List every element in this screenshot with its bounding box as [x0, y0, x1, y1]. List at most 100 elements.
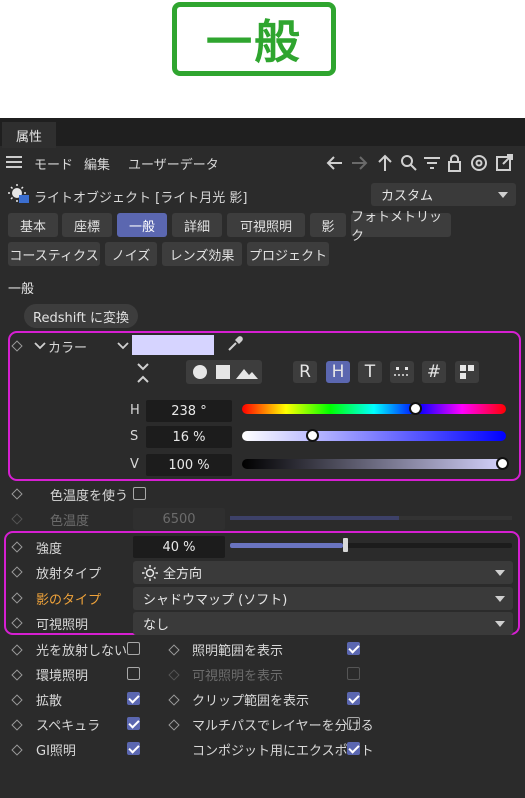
h-slider[interactable]	[242, 404, 506, 414]
tab-basic[interactable]: 基本	[8, 213, 58, 237]
s-field[interactable]: 16 %	[146, 426, 232, 448]
separate-pass-checkbox[interactable]	[347, 717, 360, 730]
keyframe-show-illum-icon[interactable]	[168, 644, 180, 656]
page-heading: 一般	[172, 2, 336, 76]
tab-visible-light[interactable]: 可視照明	[227, 213, 305, 237]
visible-light-dropdown[interactable]: なし	[133, 612, 513, 635]
tab-lens-effects[interactable]: レンズ効果	[162, 242, 242, 266]
convert-redshift-button[interactable]: Redshift に変換	[24, 304, 138, 328]
intensity-slider[interactable]	[230, 543, 512, 548]
hex-mode-button[interactable]: #	[422, 361, 446, 383]
tab-attributes[interactable]: 属性	[2, 122, 56, 148]
keyframe-specular-icon[interactable]	[11, 719, 23, 731]
temperature-slider	[230, 516, 512, 520]
ambient-checkbox[interactable]	[127, 667, 140, 680]
mixer-icon	[394, 367, 410, 376]
menu-user-data[interactable]: ユーザーデータ	[128, 154, 219, 173]
chevron-down-icon	[495, 570, 505, 576]
swatches-mode-button[interactable]	[455, 361, 479, 383]
gi-checkbox[interactable]	[127, 742, 140, 755]
chevron-down-icon	[495, 596, 505, 602]
emission-value: 全方向	[163, 567, 203, 582]
collapse-icon[interactable]	[136, 362, 150, 384]
keyframe-diffuse-icon[interactable]	[11, 694, 23, 706]
lock-icon[interactable]	[448, 154, 461, 172]
tab-buttons: 基本 座標 一般 詳細 可視照明 影 フォトメトリック コースティクス ノイズ …	[0, 210, 525, 269]
shadow-type-dropdown[interactable]: シャドウマップ (ソフト)	[133, 587, 513, 610]
options-right: 照明範囲を表示 可視照明を表示 クリップ範囲を表示 マルチパスでレイヤーを分ける…	[160, 638, 374, 763]
menu-mode[interactable]: モード	[34, 154, 73, 173]
export-composite-checkbox[interactable]	[347, 742, 360, 755]
visible-light-value: なし	[143, 618, 170, 633]
keyframe-multipass-icon[interactable]	[168, 719, 180, 731]
show-visible-label: 可視照明を表示	[192, 669, 284, 684]
use-temperature-label: 色温度を使う	[50, 489, 129, 504]
forward-arrow-icon[interactable]	[352, 156, 368, 170]
options-left: 光を放射しない 環境照明 拡散 スペキュラ GI照明	[0, 638, 160, 763]
use-temperature-checkbox[interactable]	[133, 487, 146, 500]
diffuse-label: 拡散	[36, 694, 63, 709]
tab-noise[interactable]: ノイズ	[105, 242, 157, 266]
menu-edit[interactable]: 編集	[84, 154, 110, 173]
specular-checkbox[interactable]	[127, 717, 140, 730]
toolbar-icons	[326, 154, 513, 172]
mixer-mode-button[interactable]	[390, 361, 414, 383]
eyedropper-icon[interactable]	[226, 335, 244, 353]
omni-light-icon	[142, 565, 158, 581]
emission-label: 放射タイプ	[36, 567, 102, 582]
keyframe-ambient-icon[interactable]	[11, 669, 23, 681]
swatches-icon	[460, 365, 474, 379]
intensity-field[interactable]: 40 %	[133, 536, 225, 558]
object-header: ライトオブジェクト [ライト月光 影] カスタム	[0, 180, 525, 208]
hsv-mode-button[interactable]: H	[326, 361, 350, 383]
tab-general[interactable]: 一般	[117, 213, 167, 237]
hamburger-icon[interactable]	[6, 156, 22, 168]
show-clipping-checkbox[interactable]	[347, 692, 360, 705]
intensity-slider-knob[interactable]	[342, 538, 348, 552]
intensity-label: 強度	[36, 542, 63, 557]
color-picker-modes	[186, 360, 262, 384]
keyframe-show-visible-icon[interactable]	[168, 669, 180, 681]
square-mode-icon	[216, 365, 230, 379]
tab-photometric[interactable]: フォトメトリック	[351, 210, 451, 244]
target-icon[interactable]	[471, 155, 487, 171]
search-icon[interactable]	[401, 155, 417, 171]
s-slider[interactable]	[242, 431, 506, 441]
diffuse-checkbox[interactable]	[127, 692, 140, 705]
color-label: カラー	[48, 341, 88, 356]
no-light-checkbox[interactable]	[127, 642, 140, 655]
color-swatch[interactable]	[132, 335, 214, 355]
up-arrow-icon[interactable]	[378, 154, 392, 171]
color-expand-chevron-icon[interactable]	[117, 341, 129, 351]
section-title: 一般	[8, 282, 35, 297]
image-mode-icon	[236, 369, 258, 379]
v-slider[interactable]	[242, 459, 506, 469]
keyframe-show-clip-icon[interactable]	[168, 694, 180, 706]
visible-light-label: 可視照明	[36, 618, 89, 633]
filter-icon[interactable]	[424, 157, 440, 169]
tab-caustics[interactable]: コースティクス	[8, 242, 100, 266]
preset-dropdown[interactable]: カスタム	[371, 183, 516, 206]
keyframe-no-light-icon[interactable]	[11, 644, 23, 656]
new-window-icon[interactable]	[496, 154, 513, 171]
tab-coordinates[interactable]: 座標	[62, 213, 112, 237]
tab-project[interactable]: プロジェクト	[247, 242, 329, 266]
window-tabbar	[0, 118, 525, 146]
wheel-mode-icon	[193, 365, 207, 379]
emission-dropdown[interactable]: 全方向	[133, 561, 513, 584]
v-field[interactable]: 100 %	[146, 454, 232, 476]
rgb-mode-button[interactable]: R	[293, 361, 317, 383]
tab-shadow[interactable]: 影	[310, 213, 346, 237]
object-title: ライトオブジェクト [ライト月光 影]	[34, 191, 248, 206]
s-label: S	[130, 429, 139, 444]
chevron-down-icon[interactable]	[34, 341, 46, 351]
show-illumination-label: 照明範囲を表示	[192, 644, 284, 659]
specular-label: スペキュラ	[36, 719, 101, 734]
back-arrow-icon[interactable]	[326, 156, 342, 170]
tab-details[interactable]: 詳細	[172, 213, 222, 237]
keyframe-gi-icon[interactable]	[11, 744, 23, 756]
show-illumination-checkbox[interactable]	[347, 642, 360, 655]
h-field[interactable]: 238 °	[146, 400, 232, 422]
temperature-mode-button[interactable]: T	[358, 361, 382, 383]
tab-attributes-label: 属性	[15, 129, 42, 145]
